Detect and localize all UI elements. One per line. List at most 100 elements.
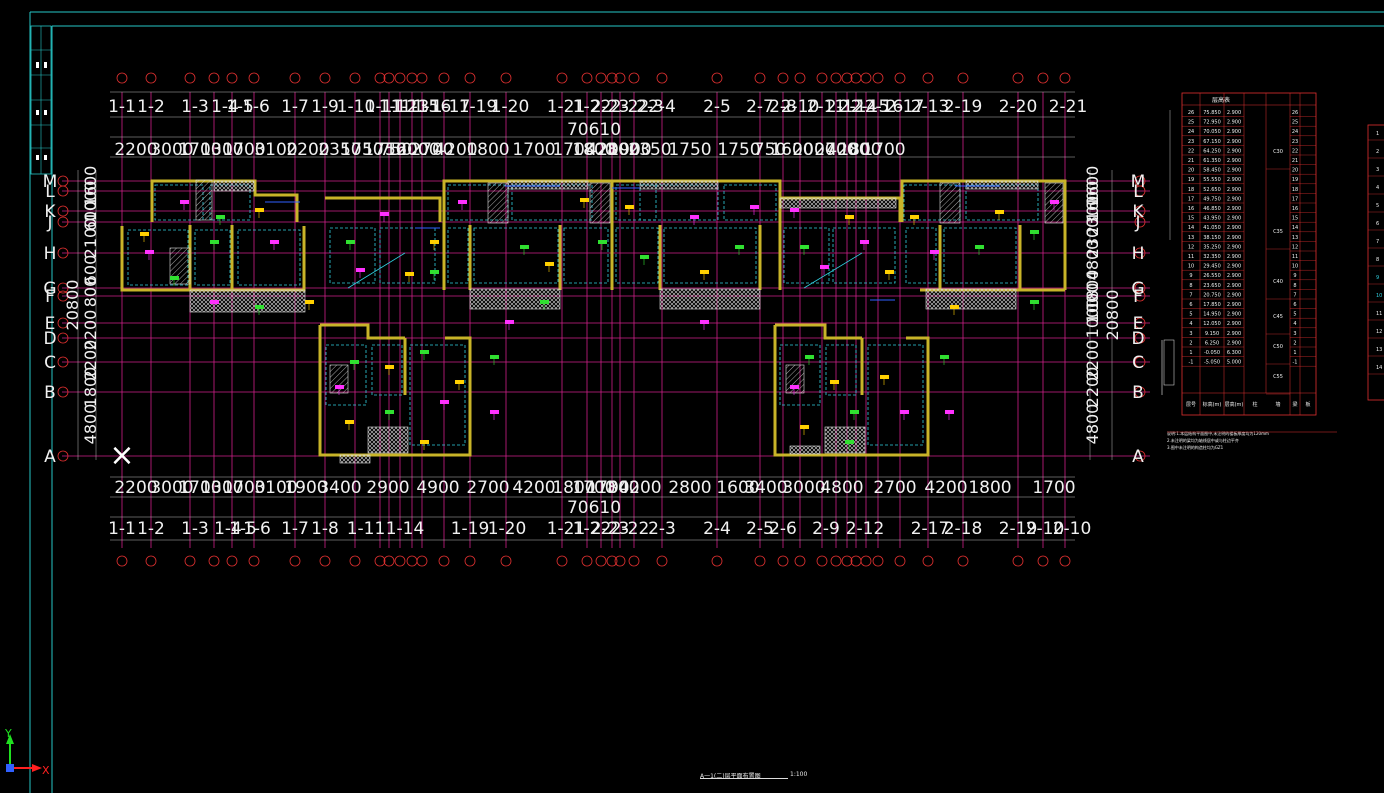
axis-bubble-bottom (777, 555, 789, 567)
rebar-tag (520, 245, 529, 249)
partial-table-cell: 10 (1376, 293, 1382, 299)
rebar-tag (455, 380, 464, 384)
rebar-tag (845, 440, 854, 444)
table-side-box (1163, 339, 1175, 386)
table-note: 说明:1.本层结构平面图中,未注明的楼板厚度均为120mm (1167, 430, 1269, 436)
schedule-table: 层高表26 75.850 2.900 2625 72.950 2.900 2524 70.05… (1161, 92, 1384, 450)
table-cell-height: 2.900 (1227, 158, 1241, 164)
axis-bubble-bottom (248, 555, 260, 567)
axis-bubble-top (860, 72, 872, 84)
rebar-tag (845, 215, 854, 219)
table-cell-height: 2.900 (1227, 273, 1241, 279)
axis-bubble-top (226, 72, 238, 84)
axis-bubble-top (606, 72, 618, 84)
drawing-title-underline (700, 778, 788, 779)
room-boundary (329, 227, 376, 284)
room-boundary (563, 227, 609, 284)
table-cell-elevation: 12.050 (1203, 321, 1221, 327)
axis-bubble-top (872, 72, 884, 84)
bottom-axis-label: 1-14 (386, 519, 425, 539)
right-dimension-value: 2200 (1083, 367, 1102, 408)
rebar-tag (995, 210, 1004, 214)
bottom-axis-label: 2-4 (703, 519, 731, 539)
rebar-tag (820, 265, 829, 269)
table-cell-elevation: 20.750 (1203, 292, 1221, 298)
axis-bubble-bottom (464, 555, 476, 567)
axis-bubble-bottom (957, 555, 969, 567)
room-boundary (943, 227, 1017, 284)
axis-bubble-top (289, 72, 301, 84)
table-cell-floor-right: 20 (1292, 168, 1298, 174)
hatched-slab (213, 180, 255, 192)
partial-table-cell: 12 (1376, 329, 1382, 335)
rebar-tag (180, 200, 189, 204)
axis-bubble-bottom (226, 555, 238, 567)
row-label-left: A (44, 447, 56, 467)
wall-outline (612, 179, 782, 290)
cad-model-space[interactable]: MLKJHGFEDCBAMLKJHGFEDCBA1-1 1-2 1-3 1-41-51… (0, 0, 1384, 793)
table-cell-height: 2.900 (1227, 235, 1241, 241)
rebar-tag (625, 205, 634, 209)
table-cell-floor: 12 (1188, 244, 1194, 250)
axis-bubble-bottom (830, 555, 842, 567)
table-cell-elevation: 64.250 (1203, 148, 1221, 154)
rebar-tag (830, 380, 839, 384)
table-note: 2.未注明的梁均为轴线居中或与柱边平齐 (1167, 437, 1239, 443)
table-footer-header: 梁 (1292, 401, 1297, 408)
bottom-axis-label: 1-1 (108, 519, 136, 539)
room-boundary (237, 229, 301, 286)
rebar-tag (930, 250, 939, 254)
table-cell-floor: 2 (1189, 340, 1192, 346)
axis-bubble-bottom (374, 555, 386, 567)
hatched-slab (469, 288, 561, 310)
table-cell-elevation: 14.950 (1203, 312, 1221, 318)
axis-bubble-top (145, 72, 157, 84)
room-boundary (473, 227, 559, 284)
top-axis-label: 2-5 (703, 97, 731, 117)
rebar-tag (380, 212, 389, 216)
rebar-tag (270, 240, 279, 244)
axis-bubble-bottom (556, 555, 568, 567)
table-grade-label: C45 (1273, 314, 1283, 320)
rebar-tag (305, 300, 314, 304)
hatched-slab (339, 454, 371, 464)
drawing-scale: 1:100 (790, 771, 808, 778)
axis-bubble-bottom (145, 555, 157, 567)
rebar-tag (490, 355, 499, 359)
axis-bubble-bottom (1012, 555, 1024, 567)
partial-table-cell: 8 (1376, 257, 1379, 263)
top-dimension-value: 1800 (466, 140, 509, 160)
axis-bubble-top (850, 72, 862, 84)
table-cell-floor-right: -1 (1293, 360, 1298, 366)
table-cell-elevation: 23.650 (1203, 283, 1221, 289)
rebar-tag (210, 240, 219, 244)
hatched-slab (507, 180, 589, 190)
bottom-dimension-value: 3400 (744, 478, 787, 498)
axis-bubble-bottom (319, 555, 331, 567)
rebar-tag (458, 200, 467, 204)
axis-bubble-bottom (208, 555, 220, 567)
top-dimension-value: 1700 (862, 140, 905, 160)
rebar-tag (640, 255, 649, 259)
table-cell-height: 2.900 (1227, 331, 1241, 337)
axis-bubble-bottom (416, 555, 428, 567)
table-cell-elevation: 52.650 (1203, 187, 1221, 193)
table-cell-elevation: -5.050 (1204, 360, 1220, 366)
axis-bubble-top (830, 72, 842, 84)
rebar-tag (805, 355, 814, 359)
top-axis-label: 2-20 (999, 97, 1038, 117)
axis-bubble-top (438, 72, 450, 84)
bottom-dimension-value: 2900 (366, 478, 409, 498)
row-label-right: B (1132, 383, 1144, 403)
ucs-y-label: Y (4, 727, 12, 740)
table-cell-floor-right: 2 (1293, 340, 1296, 346)
table-grade-label: C55 (1273, 374, 1283, 380)
rebar-tag (735, 245, 744, 249)
table-cell-height: 2.900 (1227, 177, 1241, 183)
room-boundary (615, 184, 657, 221)
bottom-dimension-value: 4200 (618, 478, 661, 498)
table-grade-label: C50 (1273, 344, 1283, 350)
axis-bubble-bottom (383, 555, 395, 567)
left-dimension-value: 20800 (63, 280, 82, 331)
left-dimension-value: 1800 (81, 367, 100, 408)
